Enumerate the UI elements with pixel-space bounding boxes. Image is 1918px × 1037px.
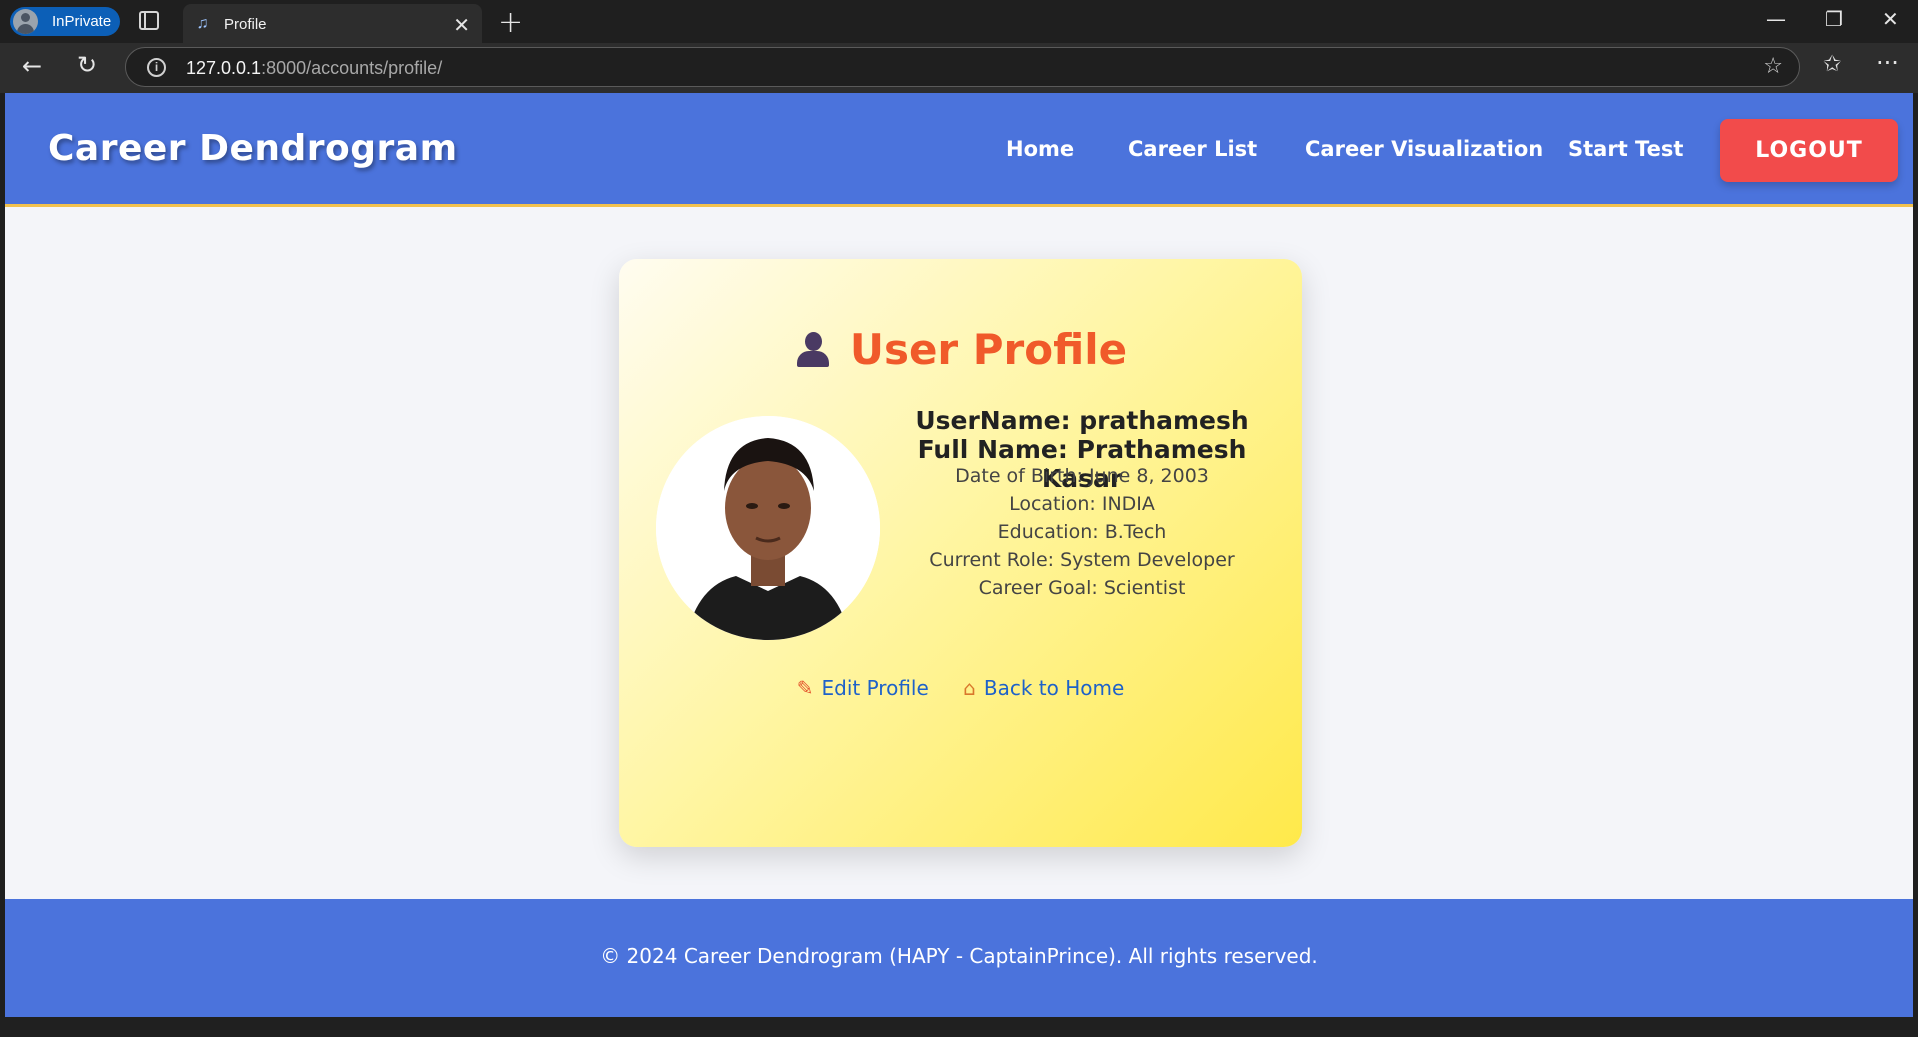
refresh-icon[interactable]: ↻ [77, 51, 97, 79]
inprivate-badge[interactable]: InPrivate [10, 7, 120, 36]
footer-text: © 2024 Career Dendrogram (HAPY - Captain… [600, 944, 1318, 968]
avatar [656, 416, 880, 640]
profile-avatar-icon [13, 9, 38, 34]
tab-title: Profile [224, 16, 267, 33]
pencil-icon: ✎ [796, 676, 814, 700]
profile-education: Education: B.Tech [997, 521, 1167, 543]
logout-button[interactable]: LOGOUT [1720, 119, 1898, 182]
url-text[interactable]: 127.0.0.1:8000/accounts/profile/ [186, 58, 442, 79]
browser-addressbar: ← ↻ i 127.0.0.1:8000/accounts/profile/ ☆… [0, 43, 1918, 93]
back-icon[interactable]: ← [22, 52, 42, 80]
back-to-home-link[interactable]: ⌂ Back to Home [963, 676, 1124, 700]
page-viewport: Career Dendrogram Home Career List Caree… [5, 93, 1913, 1017]
favicon-icon: ♫ [196, 15, 209, 32]
site-info-icon[interactable]: i [147, 58, 166, 77]
page-title: User Profile [619, 325, 1302, 374]
tab-actions-icon[interactable] [139, 11, 159, 30]
minimize-icon[interactable]: — [1766, 7, 1786, 31]
brand-logo[interactable]: Career Dendrogram [48, 128, 458, 169]
house-icon: ⌂ [963, 676, 976, 700]
profile-username: UserName: prathamesh [915, 406, 1249, 435]
nav-start-test[interactable]: Start Test [1568, 137, 1683, 161]
nav-career-visualization[interactable]: Career Visualization [1305, 137, 1543, 161]
tab-profile[interactable]: ♫ Profile ✕ [183, 4, 482, 43]
inprivate-label: InPrivate [52, 13, 112, 30]
favorite-star-icon[interactable]: ☆ [1763, 54, 1783, 79]
edit-profile-link[interactable]: ✎ Edit Profile [797, 676, 929, 700]
restore-icon[interactable]: ❐ [1825, 7, 1843, 31]
site-header: Career Dendrogram Home Career List Caree… [5, 93, 1913, 207]
new-tab-icon[interactable]: + [498, 5, 523, 40]
profile-location: Location: INDIA [1009, 493, 1155, 515]
nav-career-list[interactable]: Career List [1128, 137, 1257, 161]
profile-dob: Date of Birth: June 8, 2003 [955, 465, 1209, 487]
profile-actions: ✎ Edit Profile ⌂ Back to Home [619, 676, 1302, 700]
close-tab-icon[interactable]: ✕ [453, 13, 470, 38]
os-taskbar [0, 1017, 1918, 1037]
user-icon [794, 330, 832, 368]
close-window-icon[interactable]: ✕ [1882, 7, 1899, 31]
more-menu-icon[interactable]: ··· [1876, 49, 1899, 77]
profile-current-role: Current Role: System Developer [929, 549, 1235, 571]
address-input[interactable]: i 127.0.0.1:8000/accounts/profile/ ☆ [125, 47, 1800, 87]
nav-home[interactable]: Home [1006, 137, 1074, 161]
profile-card: User Profile UserName: prathamesh Full N… [619, 259, 1302, 847]
site-footer: © 2024 Career Dendrogram (HAPY - Captain… [5, 899, 1913, 1017]
favorites-icon[interactable]: ✩ [1823, 52, 1841, 77]
profile-career-goal: Career Goal: Scientist [978, 577, 1186, 599]
browser-tabbar: InPrivate ♫ Profile ✕ + — ❐ ✕ [0, 0, 1918, 43]
